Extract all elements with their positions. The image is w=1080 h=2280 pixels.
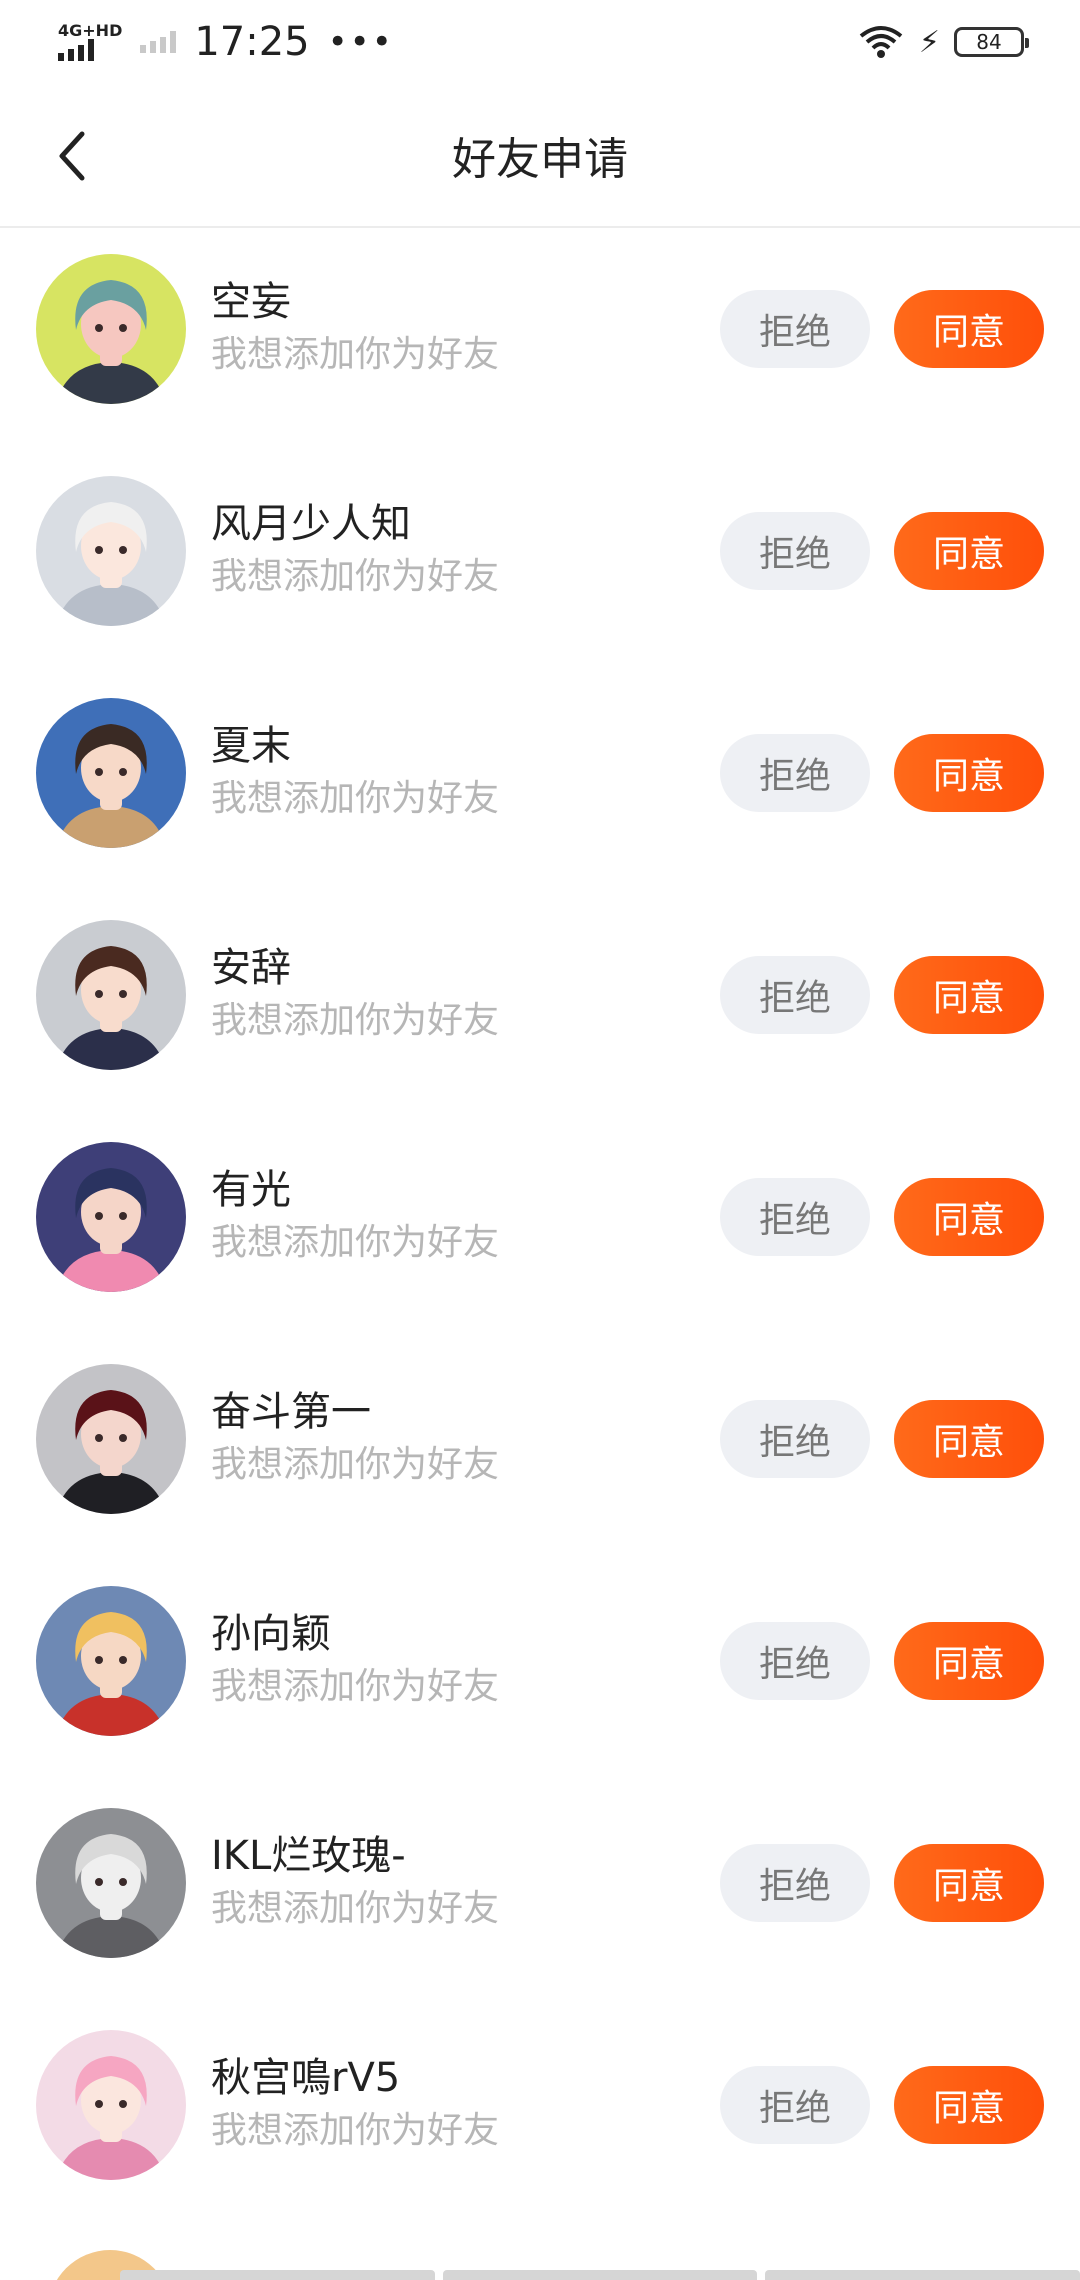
request-message: 我想添加你为好友 <box>211 2110 500 2151</box>
avatar-image <box>36 1808 186 1958</box>
avatar-image <box>36 1142 186 1292</box>
friend-request-list: 空妄 我想添加你为好友 拒绝 同意 风月少人知 我想添加你为好友 拒绝 同意 夏… <box>0 230 1080 2228</box>
request-info: 空妄 我想添加你为好友 <box>211 278 499 379</box>
request-info: IKL烂玫瑰- 我想添加你为好友 <box>211 1832 499 1933</box>
avatar[interactable] <box>36 476 186 626</box>
signal-icon <box>58 39 94 61</box>
accept-button[interactable]: 同意 <box>894 290 1044 368</box>
accept-button[interactable]: 同意 <box>894 734 1044 812</box>
avatar[interactable] <box>36 1364 186 1514</box>
avatar-image <box>36 1586 186 1736</box>
reject-button[interactable]: 拒绝 <box>720 512 870 590</box>
friend-request-row: 秋宫鳴rV5 我想添加你为好友 拒绝 同意 <box>0 2006 1080 2228</box>
clock: 17:25 <box>194 19 310 65</box>
avatar-image <box>36 2030 186 2180</box>
request-message: 我想添加你为好友 <box>211 1444 500 1485</box>
user-name: 孙向颖 <box>211 1611 331 1657</box>
friend-request-row: 孙向颖 我想添加你为好友 拒绝 同意 <box>0 1562 1080 1784</box>
status-bar: 4G+HD 17:25 ••• ⚡ 84 <box>0 0 1080 84</box>
request-message: 我想添加你为好友 <box>211 556 500 597</box>
network-label: 4G+HD <box>58 21 123 40</box>
reject-button[interactable]: 拒绝 <box>720 290 870 368</box>
request-info: 有光 我想添加你为好友 <box>211 1166 499 1267</box>
request-message: 我想添加你为好友 <box>211 778 500 819</box>
friend-request-row: 安辞 我想添加你为好友 拒绝 同意 <box>0 896 1080 1118</box>
avatar[interactable] <box>36 254 186 404</box>
back-button[interactable] <box>44 128 100 184</box>
request-message: 我想添加你为好友 <box>211 1666 500 1707</box>
request-info: 孙向颖 我想添加你为好友 <box>211 1610 499 1711</box>
user-name: IKL烂玫瑰- <box>211 1833 406 1879</box>
request-message: 我想添加你为好友 <box>211 1888 500 1929</box>
friend-request-row: 风月少人知 我想添加你为好友 拒绝 同意 <box>0 452 1080 674</box>
battery-level: 84 <box>976 30 1002 54</box>
chevron-left-icon <box>59 131 85 181</box>
reject-button[interactable]: 拒绝 <box>720 1844 870 1922</box>
user-name: 风月少人知 <box>211 501 411 547</box>
request-info: 安辞 我想添加你为好友 <box>211 944 499 1045</box>
request-info: 秋宫鳴rV5 我想添加你为好友 <box>211 2054 499 2155</box>
avatar[interactable] <box>36 920 186 1070</box>
accept-button[interactable]: 同意 <box>894 1622 1044 1700</box>
status-right: ⚡ 84 <box>857 24 1029 60</box>
avatar[interactable] <box>36 1586 186 1736</box>
avatar[interactable] <box>36 698 186 848</box>
user-name: 有光 <box>211 1167 291 1213</box>
request-message: 我想添加你为好友 <box>211 1222 500 1263</box>
reject-button[interactable]: 拒绝 <box>720 734 870 812</box>
request-info: 夏末 我想添加你为好友 <box>211 722 499 823</box>
request-message: 我想添加你为好友 <box>211 1000 500 1041</box>
reject-button[interactable]: 拒绝 <box>720 1622 870 1700</box>
friend-request-row: 空妄 我想添加你为好友 拒绝 同意 <box>0 230 1080 452</box>
battery-icon: 84 <box>954 27 1029 57</box>
more-notifications-icon: ••• <box>327 22 394 62</box>
avatar[interactable] <box>36 2030 186 2180</box>
reject-button[interactable]: 拒绝 <box>720 956 870 1034</box>
friend-request-row: IKL烂玫瑰- 我想添加你为好友 拒绝 同意 <box>0 1784 1080 2006</box>
partial-next-row <box>0 2230 1080 2280</box>
avatar-image <box>36 920 186 1070</box>
user-name: 空妄 <box>211 279 291 325</box>
avatar-image <box>36 698 186 848</box>
user-name: 安辞 <box>211 945 291 991</box>
reject-button[interactable]: 拒绝 <box>720 1400 870 1478</box>
accept-button[interactable]: 同意 <box>894 1178 1044 1256</box>
accept-button[interactable]: 同意 <box>894 1844 1044 1922</box>
friend-request-row: 奋斗第一 我想添加你为好友 拒绝 同意 <box>0 1340 1080 1562</box>
user-name: 秋宫鳴rV5 <box>211 2055 401 2101</box>
charging-icon: ⚡ <box>918 24 940 60</box>
status-left: 4G+HD 17:25 ••• <box>58 19 394 65</box>
page-title: 好友申请 <box>452 134 628 185</box>
signal-secondary-icon <box>140 31 177 53</box>
friend-request-row: 有光 我想添加你为好友 拒绝 同意 <box>0 1118 1080 1340</box>
avatar[interactable] <box>36 1142 186 1292</box>
request-message: 我想添加你为好友 <box>211 334 500 375</box>
user-name: 夏末 <box>211 723 291 769</box>
bottom-strip <box>120 2270 1080 2280</box>
accept-button[interactable]: 同意 <box>894 1400 1044 1478</box>
request-info: 奋斗第一 我想添加你为好友 <box>211 1388 499 1489</box>
reject-button[interactable]: 拒绝 <box>720 1178 870 1256</box>
avatar-image <box>36 254 186 404</box>
accept-button[interactable]: 同意 <box>894 512 1044 590</box>
avatar-image <box>36 476 186 626</box>
avatar[interactable] <box>36 1808 186 1958</box>
avatar-image <box>36 1364 186 1514</box>
nav-bar: 好友申请 <box>0 84 1080 228</box>
reject-button[interactable]: 拒绝 <box>720 2066 870 2144</box>
friend-request-row: 夏末 我想添加你为好友 拒绝 同意 <box>0 674 1080 896</box>
accept-button[interactable]: 同意 <box>894 2066 1044 2144</box>
accept-button[interactable]: 同意 <box>894 956 1044 1034</box>
user-name: 奋斗第一 <box>211 1389 371 1435</box>
request-info: 风月少人知 我想添加你为好友 <box>211 500 499 601</box>
wifi-icon <box>859 26 903 58</box>
network-indicator: 4G+HD <box>58 23 122 61</box>
